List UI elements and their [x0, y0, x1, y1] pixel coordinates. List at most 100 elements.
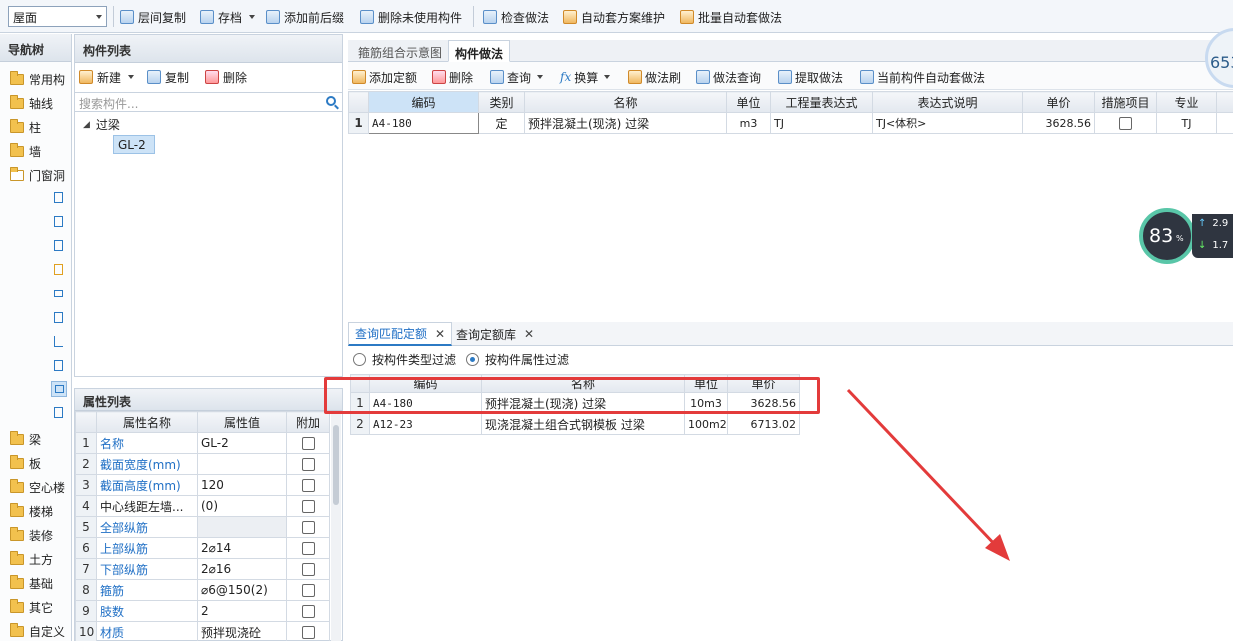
- table-row[interactable]: 7 下部纵筋 2⌀16: [75, 558, 330, 580]
- prop-value[interactable]: 预拌现浇砼: [197, 621, 287, 641]
- property-scrollbar[interactable]: [331, 411, 341, 641]
- prop-value[interactable]: ⌀6@150(2): [197, 579, 287, 601]
- nav-item-common[interactable]: 常用构: [10, 69, 65, 89]
- tree-node-lintel[interactable]: ◢ 过梁: [83, 116, 120, 133]
- cell-name[interactable]: 预拌混凝土(现浇) 过梁: [524, 112, 727, 134]
- cell-price[interactable]: 3628.56: [1022, 112, 1095, 134]
- copy-button[interactable]: 复制: [147, 68, 189, 86]
- nav-item-door-window[interactable]: 门窗洞: [10, 165, 65, 185]
- extra-checkbox[interactable]: [286, 558, 330, 580]
- convert-button[interactable]: fx 换算: [560, 68, 611, 86]
- tab-quota-library[interactable]: 查询定额库 ✕: [450, 322, 540, 346]
- prop-value[interactable]: 2⌀14: [197, 537, 287, 559]
- nav-item-other[interactable]: 其它: [10, 597, 53, 617]
- header-type[interactable]: 类别: [478, 91, 525, 113]
- prop-value[interactable]: [197, 516, 287, 538]
- house-icon[interactable]: [51, 358, 67, 374]
- cell-expr[interactable]: TJ: [770, 112, 873, 134]
- filter-by-attr-radio[interactable]: 按构件属性过滤: [466, 351, 569, 368]
- measure-checkbox[interactable]: [1094, 112, 1157, 134]
- header-name[interactable]: 名称: [524, 91, 727, 113]
- table-row[interactable]: 6 上部纵筋 2⌀14: [75, 537, 330, 559]
- prop-value[interactable]: 2: [197, 600, 287, 622]
- table-row[interactable]: 1 A4-180 定 预拌混凝土(现浇) 过梁 m3 TJ TJ<体积> 362…: [348, 112, 1233, 134]
- header-price[interactable]: 单价: [1022, 91, 1095, 113]
- table-row[interactable]: 1 名称 GL-2: [75, 432, 330, 454]
- nav-item-axis[interactable]: 轴线: [10, 93, 53, 113]
- new-button[interactable]: 新建: [79, 68, 135, 86]
- copy-floor-button[interactable]: 层间复制: [120, 7, 186, 27]
- extra-checkbox[interactable]: [286, 516, 330, 538]
- table-row[interactable]: 2 截面宽度(mm): [75, 453, 330, 475]
- extra-checkbox[interactable]: [286, 537, 330, 559]
- lintel-icon[interactable]: [51, 286, 67, 302]
- cell-code[interactable]: A4-180: [368, 112, 479, 134]
- tab-match-quota[interactable]: 查询匹配定额 ✕: [348, 322, 453, 346]
- close-icon[interactable]: ✕: [435, 327, 445, 341]
- extra-checkbox[interactable]: [286, 432, 330, 454]
- method-brush-button[interactable]: 做法刷: [628, 68, 681, 86]
- nav-item-wall[interactable]: 墙: [10, 141, 41, 161]
- cell-desc[interactable]: TJ<体积>: [872, 112, 1023, 134]
- prop-value[interactable]: GL-2: [197, 432, 287, 454]
- header-desc[interactable]: 表达式说明: [872, 91, 1023, 113]
- cell-unit[interactable]: m3: [726, 112, 771, 134]
- batch-auto-button[interactable]: 批量自动套做法: [680, 7, 782, 27]
- table-row[interactable]: 3 截面高度(mm) 120: [75, 474, 330, 496]
- header-measure[interactable]: 措施项目: [1094, 91, 1157, 113]
- filter-by-type-radio[interactable]: 按构件类型过滤: [353, 351, 456, 368]
- prop-value[interactable]: (0): [197, 495, 287, 517]
- extra-checkbox[interactable]: [286, 474, 330, 496]
- table-row[interactable]: 4 中心线距左墙... (0): [75, 495, 330, 517]
- delete-unused-button[interactable]: 删除未使用构件: [360, 7, 462, 27]
- nav-item-beam[interactable]: 梁: [10, 429, 41, 449]
- bracket-icon[interactable]: [51, 334, 67, 350]
- nav-item-slab[interactable]: 板: [10, 453, 41, 473]
- floor-select[interactable]: 屋面: [8, 6, 107, 27]
- scrollbar-thumb[interactable]: [333, 425, 339, 505]
- archive-button[interactable]: 存档: [200, 7, 256, 27]
- search-icon[interactable]: [326, 96, 336, 106]
- extract-method-button[interactable]: 提取做法: [778, 68, 843, 86]
- header-major[interactable]: 专业: [1156, 91, 1217, 113]
- delete-button[interactable]: 删除: [205, 68, 247, 86]
- wall-hole-icon[interactable]: [51, 262, 67, 278]
- method-query-button[interactable]: 做法查询: [696, 68, 761, 86]
- niche-icon[interactable]: [51, 405, 67, 421]
- check-method-button[interactable]: 检查做法: [483, 7, 549, 27]
- nav-item-hollow-slab[interactable]: 空心楼: [10, 477, 65, 497]
- table-row[interactable]: 2 A12-23 现浇混凝土组合式钢模板 过梁 100m2 6713.02: [350, 413, 800, 435]
- nav-item-column[interactable]: 柱: [10, 117, 41, 137]
- cell-type[interactable]: 定: [478, 112, 525, 134]
- door-icon[interactable]: [51, 190, 67, 206]
- tab-component-method[interactable]: 构件做法: [448, 40, 511, 62]
- prop-value[interactable]: 120: [197, 474, 287, 496]
- header-code[interactable]: 编码: [368, 91, 479, 113]
- prop-value[interactable]: 2⌀16: [197, 558, 287, 580]
- window-icon[interactable]: [51, 214, 67, 230]
- door-window-icon[interactable]: [51, 238, 67, 254]
- nav-item-earthwork[interactable]: 土方: [10, 549, 53, 569]
- cpu-gauge[interactable]: 83 %: [1139, 208, 1195, 264]
- component-search-input[interactable]: 搜索构件...: [75, 92, 342, 112]
- close-icon[interactable]: ✕: [524, 327, 534, 341]
- extra-checkbox[interactable]: [286, 621, 330, 641]
- prop-value[interactable]: [197, 453, 287, 475]
- table-row[interactable]: 10 材质 预拌现浇砼: [75, 621, 330, 641]
- lintel-selected-icon[interactable]: [51, 381, 67, 397]
- header-unit[interactable]: 单位: [726, 91, 771, 113]
- add-prefix-button[interactable]: 添加前后缀: [266, 7, 344, 27]
- nav-item-foundation[interactable]: 基础: [10, 573, 53, 593]
- tree-node-gl2[interactable]: GL-2: [113, 135, 155, 154]
- extra-checkbox[interactable]: [286, 579, 330, 601]
- table-row[interactable]: 8 箍筋 ⌀6@150(2): [75, 579, 330, 601]
- tab-stirrup-diagram[interactable]: 箍筋组合示意图: [352, 40, 448, 62]
- table-row[interactable]: 5 全部纵筋: [75, 516, 330, 538]
- auto-apply-button[interactable]: 当前构件自动套做法: [860, 68, 985, 86]
- nav-item-decoration[interactable]: 装修: [10, 525, 53, 545]
- extra-checkbox[interactable]: [286, 495, 330, 517]
- cell-major[interactable]: TJ: [1156, 112, 1217, 134]
- nav-item-stairs[interactable]: 楼梯: [10, 501, 53, 521]
- extra-checkbox[interactable]: [286, 600, 330, 622]
- table-row[interactable]: 9 肢数 2: [75, 600, 330, 622]
